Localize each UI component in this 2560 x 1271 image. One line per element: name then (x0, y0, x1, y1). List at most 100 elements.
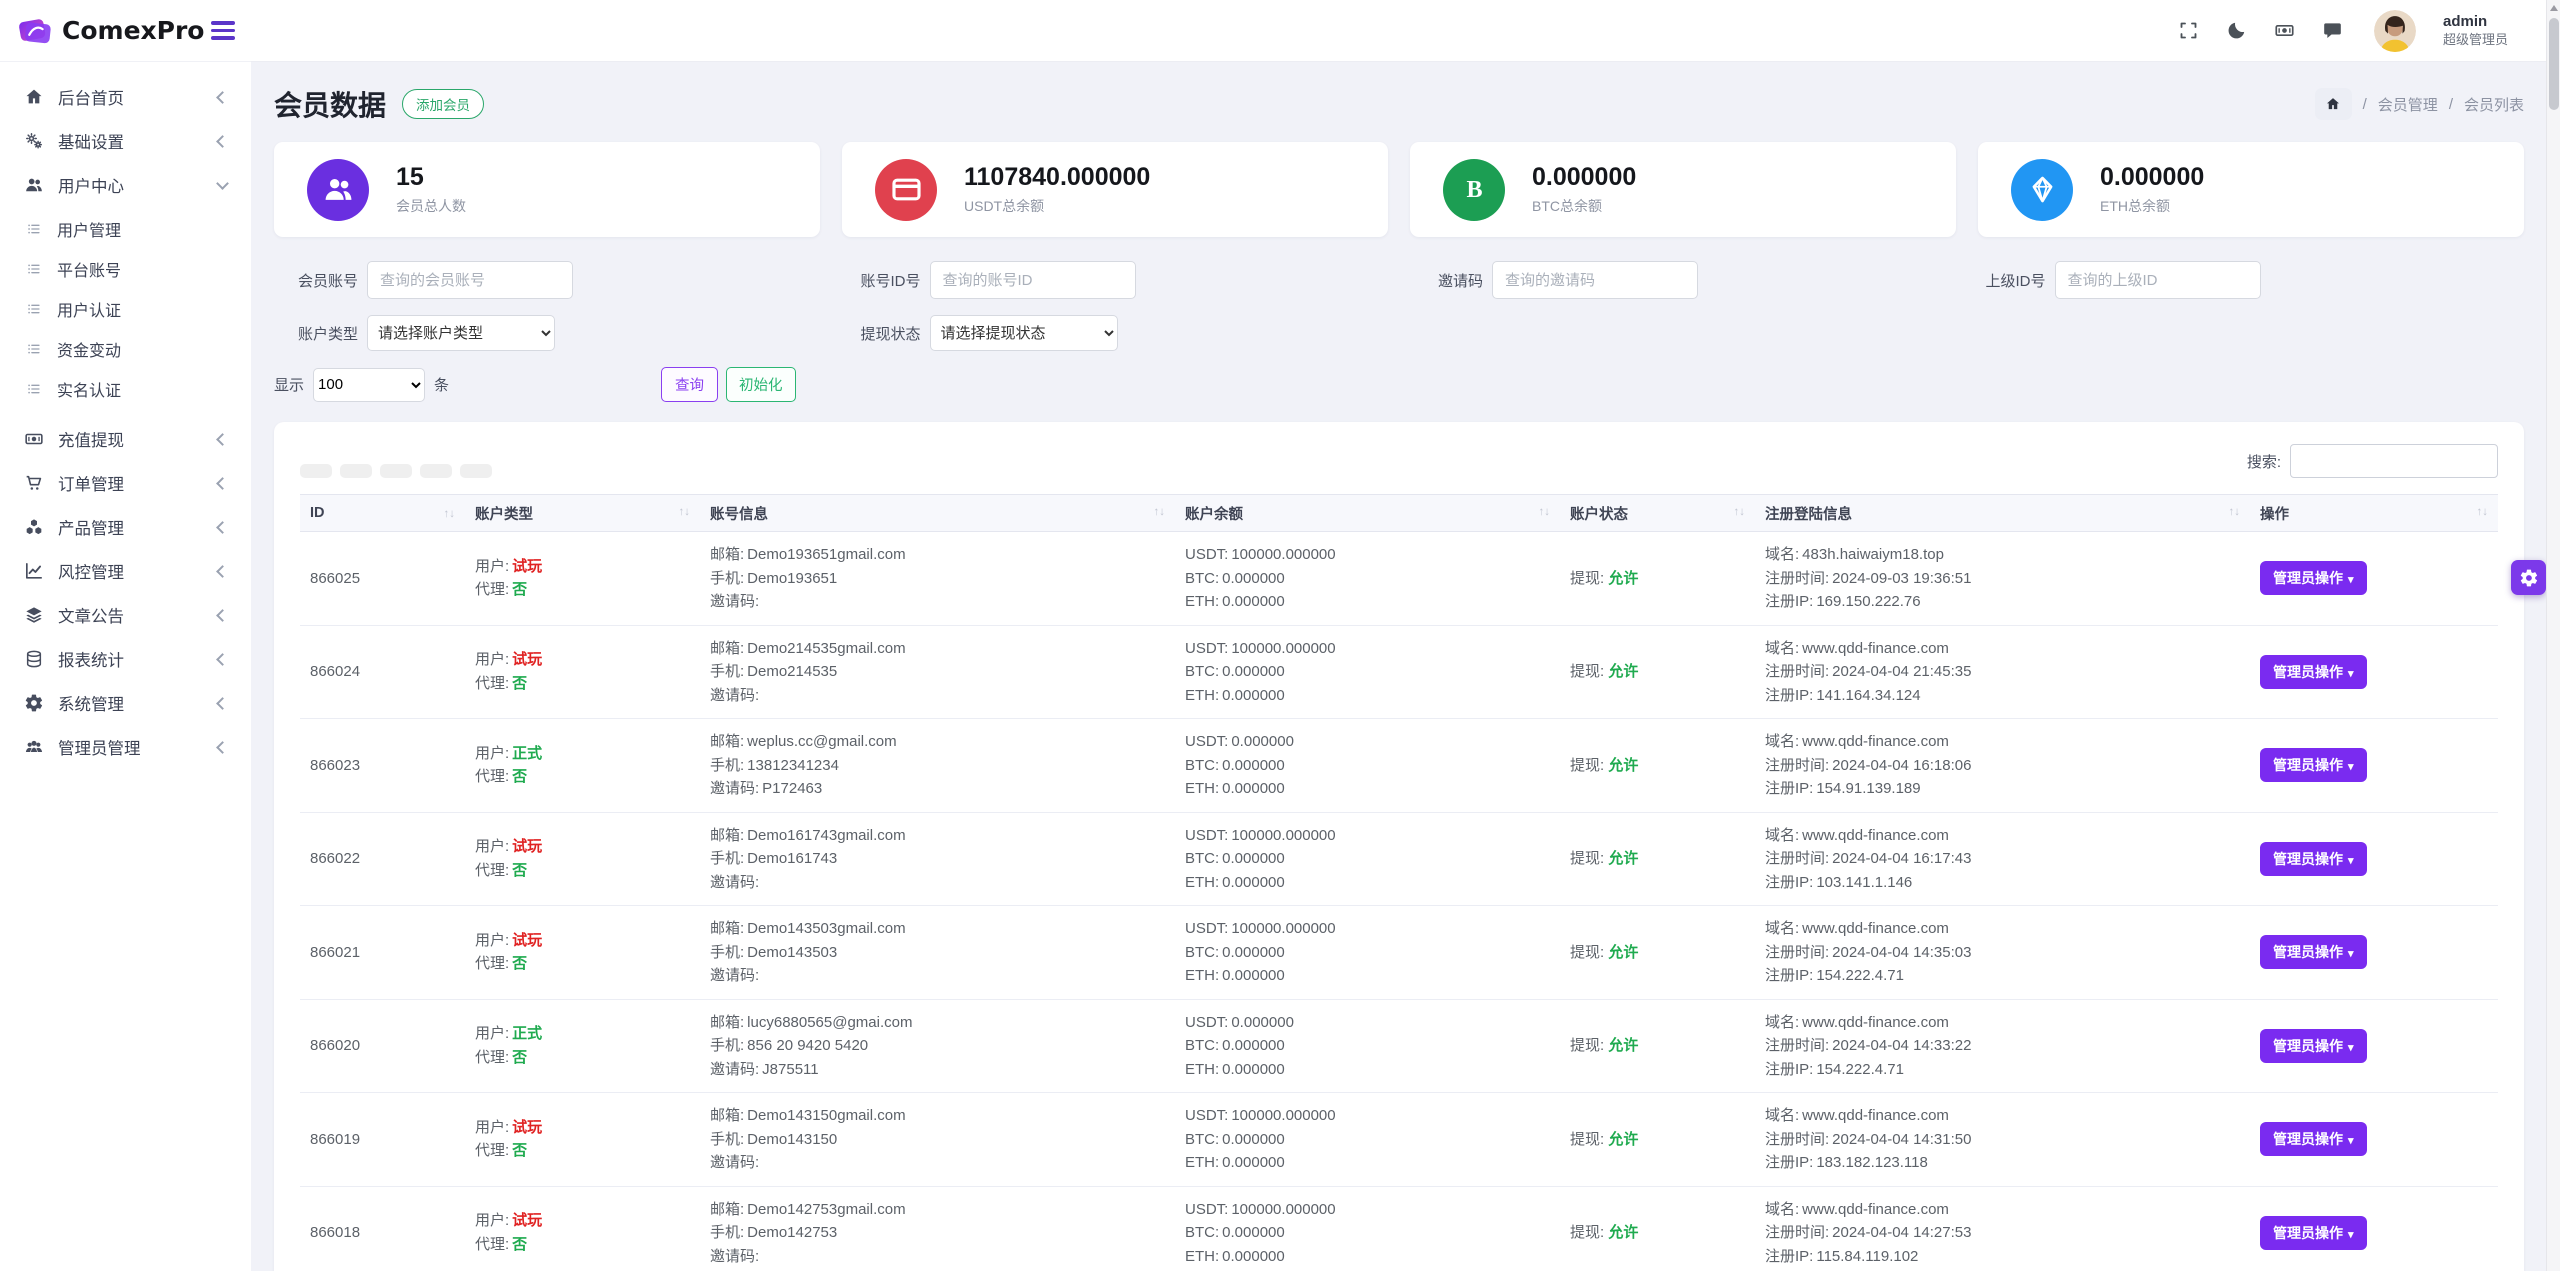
column-header[interactable]: 账号信息 ↑↓ (700, 494, 1175, 532)
breadcrumb-separator: / (2448, 95, 2453, 113)
filter-select[interactable]: 请选择提现状态 (929, 315, 1118, 351)
caret-down-icon: ▾ (2348, 854, 2354, 867)
scrollbar-thumb[interactable] (2549, 18, 2559, 110)
sort-icon[interactable]: ↑↓ (679, 506, 691, 518)
sidebar-item[interactable]: 报表统计 (11, 637, 240, 681)
column-header[interactable]: 账户类型 ↑↓ (465, 494, 700, 532)
filter-input[interactable] (367, 261, 573, 299)
avatar[interactable] (2373, 9, 2416, 52)
stat-card: 0.000000 BTC总余额 (1410, 142, 1956, 237)
sidebar-item[interactable]: 订单管理 (11, 461, 240, 505)
sidebar-item[interactable]: 充值提现 (11, 417, 240, 461)
filter-input[interactable] (2054, 261, 2261, 299)
export-button[interactable] (380, 464, 412, 478)
caret-down-icon: ▾ (2348, 1041, 2354, 1054)
scrollbar-up-arrow[interactable] (2550, 5, 2558, 11)
sidebar-subitem[interactable]: 实名认证 (11, 369, 240, 409)
cell-id: 866022 (300, 812, 465, 906)
sidebar-item[interactable]: 管理员管理 (11, 725, 240, 769)
caret-down-icon: ▾ (2348, 1135, 2354, 1148)
search-input[interactable] (2290, 444, 2498, 478)
admin-actions-button[interactable]: 管理员操作 ▾ (2260, 748, 2367, 783)
sidebar-item[interactable]: 后台首页 (11, 75, 240, 119)
sidebar-item-icon (24, 517, 44, 537)
filter-input[interactable] (1492, 261, 1698, 299)
sidebar-item-icon (24, 605, 44, 625)
table-row: 866024 用户: 试玩 代理: 否 邮箱: Demo214535gmail.com… (300, 625, 2498, 719)
sidebar-item-label: 充值提现 (58, 432, 124, 450)
cell-balance: USDT: 100000.000000 BTC: 0.000000 ETH: 0.00… (1175, 1092, 1560, 1187)
column-header[interactable]: 操作 ↑↓ (2250, 494, 2498, 532)
sidebar-group: 后台首页 (11, 75, 240, 119)
sidebar-item[interactable]: 产品管理 (11, 505, 240, 549)
cell-account-type: 用户: 试玩 代理: 否 (465, 625, 700, 719)
stat-value: 15 (396, 163, 424, 191)
admin-actions-button[interactable]: 管理员操作 ▾ (2260, 1215, 2367, 1250)
sidebar-subitem[interactable]: 平台账号 (11, 249, 240, 289)
sort-icon[interactable]: ↑↓ (2229, 506, 2241, 518)
page-size-select[interactable]: 100 (313, 367, 426, 402)
sidebar-item-label: 管理员管理 (58, 740, 141, 758)
breadcrumb-label[interactable]: 会员列表 (2464, 94, 2524, 115)
sidebar-item[interactable]: 系统管理 (11, 681, 240, 725)
page-head: 会员数据 添加会员 / 会员管理 / 会员列表 (274, 84, 2524, 124)
stat-cards: 15 会员总人数 1107840.000000 USDT总余额 0.000000… (274, 142, 2524, 237)
cell-status: 提现: 允许 (1560, 812, 1755, 906)
stat-value: 0.000000 (1532, 163, 1637, 191)
brand-name: ComexPro (62, 16, 205, 45)
cell-account-type: 用户: 正式 代理: 否 (465, 999, 700, 1093)
export-button[interactable] (420, 464, 452, 478)
settings-fab[interactable] (2511, 560, 2546, 595)
sidebar-item[interactable]: 文章公告 (11, 593, 240, 637)
filter-select[interactable]: 请选择账户类型 (367, 315, 555, 351)
admin-actions-button[interactable]: 管理员操作 ▾ (2260, 561, 2367, 596)
column-label: 操作 (2260, 506, 2289, 523)
sidebar-item-icon (24, 175, 44, 195)
export-button[interactable] (340, 464, 372, 478)
column-header[interactable]: 账户状态 ↑↓ (1560, 494, 1755, 532)
menu-toggle-icon[interactable] (211, 17, 235, 43)
admin-actions-button[interactable]: 管理员操作 ▾ (2260, 1028, 2367, 1063)
reset-button[interactable]: 初始化 (726, 367, 796, 402)
table-header-row: ID ↑↓ 账户类型 ↑↓ 账号信息 ↑↓ 账户余额 ↑↓ 账户状态 ↑↓ 注册… (300, 494, 2498, 532)
cell-status: 提现: 允许 (1560, 718, 1755, 813)
admin-actions-button[interactable]: 管理员操作 ▾ (2260, 935, 2367, 970)
sidebar-subitem[interactable]: 资金变动 (11, 329, 240, 369)
column-header[interactable]: 注册登陆信息 ↑↓ (1755, 494, 2250, 532)
cell-account-info: 邮箱: Demo142753gmail.com 手机: Demo142753 邀请码… (700, 1186, 1175, 1271)
sort-icon[interactable]: ↑↓ (444, 508, 456, 520)
stat-icon (875, 158, 937, 221)
export-button[interactable] (300, 464, 332, 478)
column-header[interactable]: ID ↑↓ (300, 494, 465, 532)
sort-icon[interactable]: ↑↓ (1154, 506, 1166, 518)
breadcrumb-home-icon[interactable] (2314, 88, 2352, 120)
filter-select-field: 账户类型 请选择账户类型 (274, 315, 837, 351)
cell-actions: 管理员操作 ▾ (2250, 531, 2498, 626)
sort-icon[interactable]: ↑↓ (1734, 506, 1746, 518)
sidebar-subitem[interactable]: 用户认证 (11, 289, 240, 329)
admin-actions-button[interactable]: 管理员操作 ▾ (2260, 1122, 2367, 1157)
sidebar-item[interactable]: 用户中心 (11, 163, 240, 207)
admin-actions-button[interactable]: 管理员操作 ▾ (2260, 841, 2367, 876)
sidebar-item[interactable]: 基础设置 (11, 119, 240, 163)
user-info[interactable]: admin 超级管理员 (2443, 12, 2508, 48)
column-header[interactable]: 账户余额 ↑↓ (1175, 494, 1560, 532)
admin-actions-button[interactable]: 管理员操作 ▾ (2260, 654, 2367, 689)
sidebar-item[interactable]: 风控管理 (11, 549, 240, 593)
page-title: 会员数据 (274, 90, 387, 121)
filter-input[interactable] (929, 261, 1136, 299)
stat-label: USDT总余额 (964, 198, 1045, 214)
add-member-button[interactable]: 添加会员 (402, 89, 485, 119)
sidebar-item-icon (24, 87, 44, 107)
breadcrumb-label[interactable]: 会员管理 (2378, 94, 2438, 115)
sidebar-item-label: 产品管理 (58, 520, 124, 538)
cell-registration: 域名: 483h.haiwaiym18.top 注册时间: 2024-09-03 1… (1755, 531, 2250, 626)
sort-icon[interactable]: ↑↓ (1539, 506, 1551, 518)
sidebar-subitem[interactable]: 用户管理 (11, 209, 240, 249)
export-button[interactable] (460, 464, 492, 478)
query-button[interactable]: 查询 (661, 367, 719, 402)
table-row: 866018 用户: 试玩 代理: 否 邮箱: Demo142753gmail.com… (300, 1186, 2498, 1271)
cell-account-info: 邮箱: lucy6880565@gmai.com 手机: 856 20 9420 5… (700, 999, 1175, 1093)
scrollbar[interactable] (2546, 0, 2560, 1271)
sort-icon[interactable]: ↑↓ (2477, 506, 2489, 518)
